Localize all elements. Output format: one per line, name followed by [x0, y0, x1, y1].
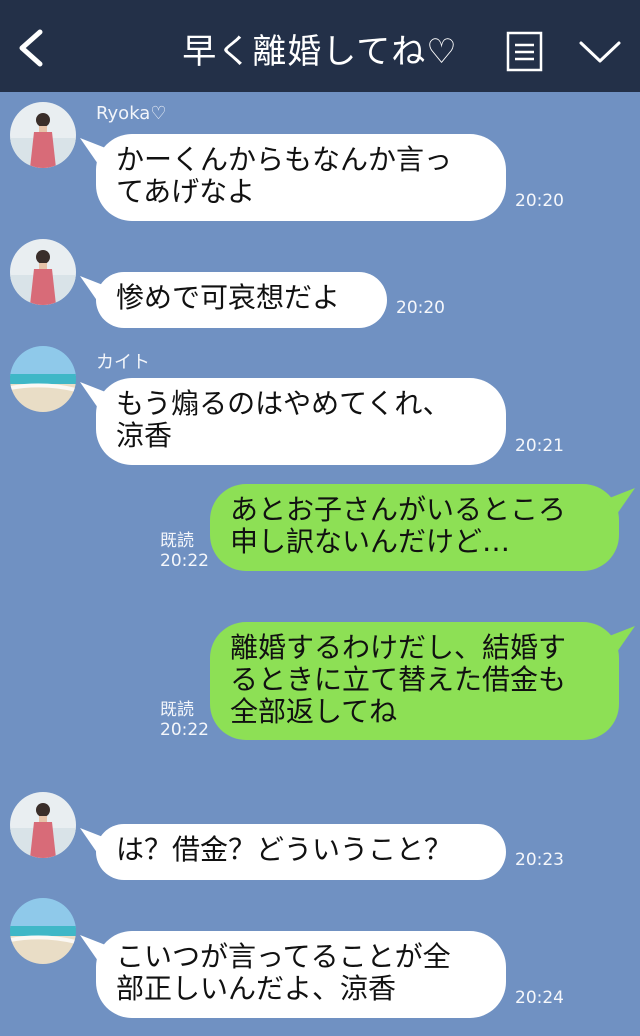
- woman-photo-icon: [10, 102, 76, 168]
- message-bubble[interactable]: 惨めで可哀想だよ: [96, 272, 387, 328]
- message-bubble[interactable]: は？借金？どういうこと？: [96, 824, 506, 880]
- message-bubble-sent[interactable]: 離婚するわけだし、結婚す るときに立て替えた借金も 全部返してね: [210, 622, 619, 740]
- menu-icon[interactable]: [506, 31, 543, 72]
- avatar-kaito[interactable]: [10, 898, 76, 964]
- message-time: 20:22: [160, 551, 209, 571]
- read-receipt: 既読: [160, 531, 194, 551]
- chevron-down-icon[interactable]: [578, 38, 622, 66]
- avatar-kaito[interactable]: [10, 346, 76, 412]
- message-time: 20:24: [515, 988, 564, 1008]
- beach-photo-icon: [10, 898, 76, 964]
- chevron-left-icon[interactable]: [14, 28, 48, 68]
- message-bubble[interactable]: もう煽るのはやめてくれ、 涼香: [96, 378, 506, 465]
- message-bubble-sent[interactable]: あとお子さんがいるところ 申し訳ないんだけど…: [210, 484, 619, 571]
- message-time: 20:20: [515, 191, 564, 211]
- avatar-ryoka[interactable]: [10, 239, 76, 305]
- message-bubble[interactable]: かーくんからもなんか言っ てあげなよ: [96, 134, 506, 221]
- sender-name: カイト: [96, 352, 150, 373]
- read-receipt: 既読: [160, 700, 194, 720]
- message-time: 20:20: [396, 298, 445, 318]
- avatar-ryoka[interactable]: [10, 102, 76, 168]
- message-time: 20:21: [515, 436, 564, 456]
- avatar-ryoka[interactable]: [10, 792, 76, 858]
- chat-header: 早く離婚してね♡: [0, 0, 640, 92]
- woman-photo-icon: [10, 792, 76, 858]
- woman-photo-icon: [10, 239, 76, 305]
- message-time: 20:22: [160, 720, 209, 740]
- sender-name: Ryoka♡: [96, 103, 167, 124]
- chat-title: 早く離婚してね♡: [182, 32, 458, 72]
- message-bubble[interactable]: こいつが言ってることが全 部正しいんだよ、涼香: [96, 931, 506, 1018]
- beach-photo-icon: [10, 346, 76, 412]
- message-time: 20:23: [515, 850, 564, 870]
